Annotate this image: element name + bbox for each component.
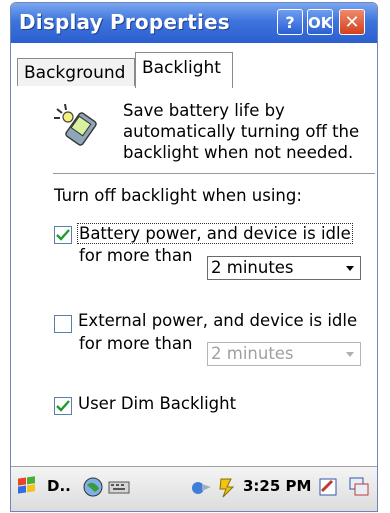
checkmark-icon [56, 400, 70, 412]
battery-option-label[interactable]: Battery power, and device is idle [77, 223, 353, 244]
external-timeout-value: 2 minutes [211, 344, 294, 363]
section-divider [53, 173, 375, 174]
clock-time[interactable]: 3:25 PM [243, 477, 311, 495]
display-properties-window: Display Properties ? OK ✕ Background Bac… [10, 2, 378, 512]
title-bar: Display Properties ? OK ✕ [11, 3, 377, 43]
window-switch-icon[interactable] [347, 475, 371, 499]
backlight-panel: Save battery life by automatically turni… [11, 88, 377, 466]
dropdown-arrow-icon[interactable] [341, 344, 359, 364]
ok-button[interactable]: OK [307, 9, 333, 35]
input-panel-icon[interactable] [317, 475, 341, 499]
battery-idle-label: for more than [79, 246, 193, 265]
globe-network-icon[interactable] [81, 475, 105, 499]
help-button[interactable]: ? [277, 9, 303, 35]
external-timeout-select[interactable]: 2 minutes [207, 342, 361, 366]
task-button[interactable]: D.. [47, 477, 71, 495]
external-idle-label: for more than [79, 334, 193, 353]
window-title: Display Properties [19, 10, 230, 34]
tab-strip: Background Backlight [11, 43, 377, 128]
external-option-label[interactable]: External power, and device is idle [78, 311, 357, 330]
keyboard-icon[interactable] [107, 475, 131, 499]
connectivity-icon[interactable] [189, 475, 213, 499]
battery-checkbox[interactable] [54, 226, 72, 244]
battery-power-icon[interactable] [215, 475, 239, 499]
user-dim-label[interactable]: User Dim Backlight [78, 394, 236, 413]
external-checkbox[interactable] [54, 315, 72, 333]
battery-timeout-select[interactable]: 2 minutes [207, 256, 361, 280]
backlight-bulb-icon [54, 103, 97, 146]
dropdown-arrow-icon[interactable] [341, 258, 359, 278]
start-windows-flag-icon[interactable] [15, 475, 39, 499]
backlight-description: Save battery life by automatically turni… [123, 101, 360, 162]
battery-timeout-value: 2 minutes [211, 258, 294, 277]
tab-background[interactable]: Background [17, 58, 135, 86]
tab-backlight[interactable]: Backlight [135, 52, 233, 88]
checkmark-icon [56, 229, 70, 241]
taskbar: D.. 3:25 PM [11, 466, 377, 511]
user-dim-checkbox[interactable] [54, 397, 72, 415]
close-button[interactable]: ✕ [339, 9, 365, 35]
section-heading: Turn off backlight when using: [54, 186, 302, 205]
